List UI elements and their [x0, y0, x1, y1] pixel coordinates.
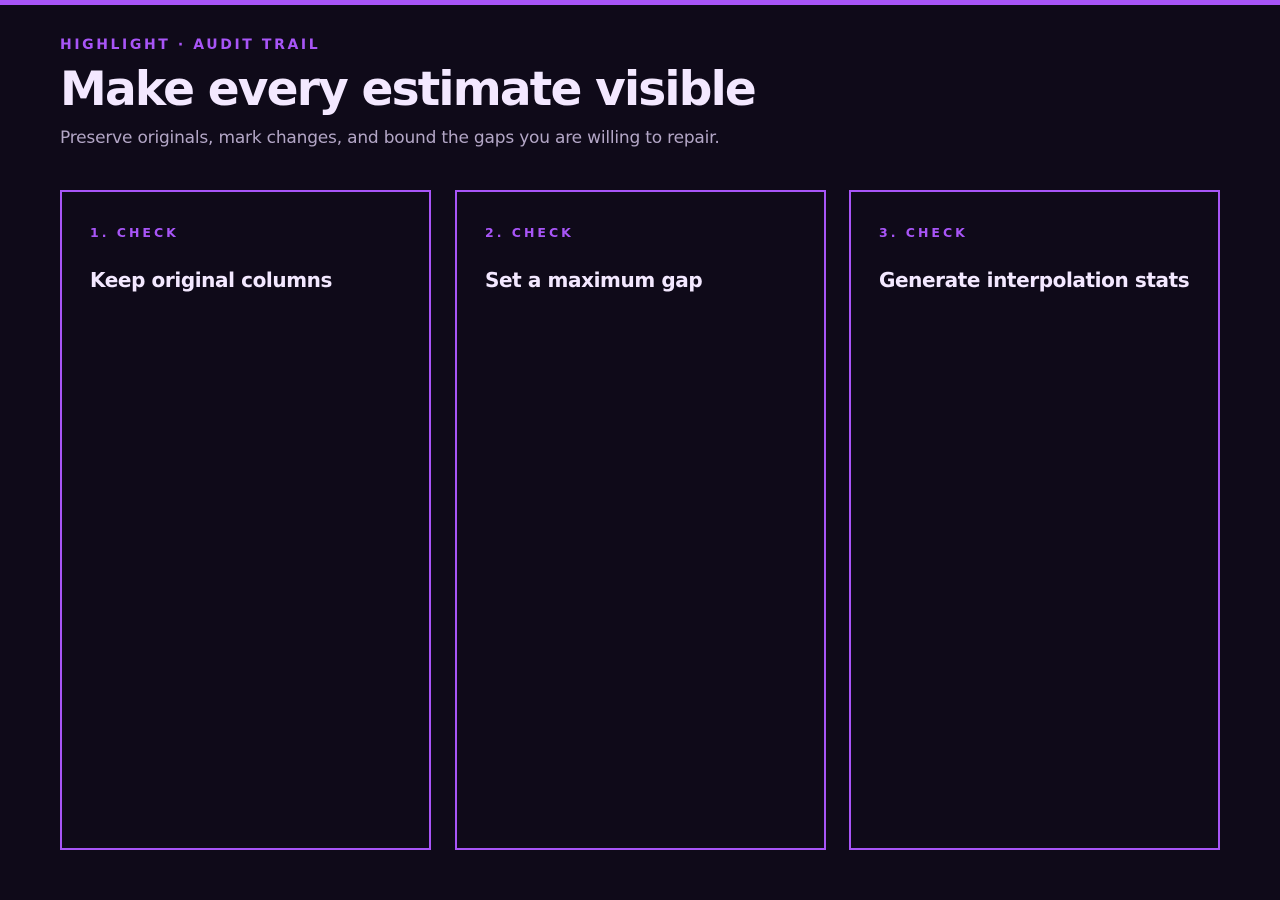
check-cards: 1. CHECK Keep original columns 2. CHECK … [60, 190, 1220, 850]
top-accent-bar [0, 0, 1280, 5]
page-subtitle: Preserve originals, mark changes, and bo… [60, 128, 720, 148]
check-card-2: 2. CHECK Set a maximum gap [455, 190, 826, 850]
card-step-label: 3. CHECK [879, 225, 968, 240]
page-title: Make every estimate visible [60, 62, 757, 117]
check-card-3: 3. CHECK Generate interpolation stats [849, 190, 1220, 850]
card-title: Generate interpolation stats [879, 268, 1190, 292]
card-step-label: 1. CHECK [90, 225, 179, 240]
card-title: Set a maximum gap [485, 268, 703, 292]
card-step-label: 2. CHECK [485, 225, 574, 240]
card-title: Keep original columns [90, 268, 333, 292]
page-header: HIGHLIGHT · AUDIT TRAIL Make every estim… [60, 36, 1220, 150]
eyebrow-label: HIGHLIGHT · AUDIT TRAIL [60, 37, 321, 53]
check-card-1: 1. CHECK Keep original columns [60, 190, 431, 850]
